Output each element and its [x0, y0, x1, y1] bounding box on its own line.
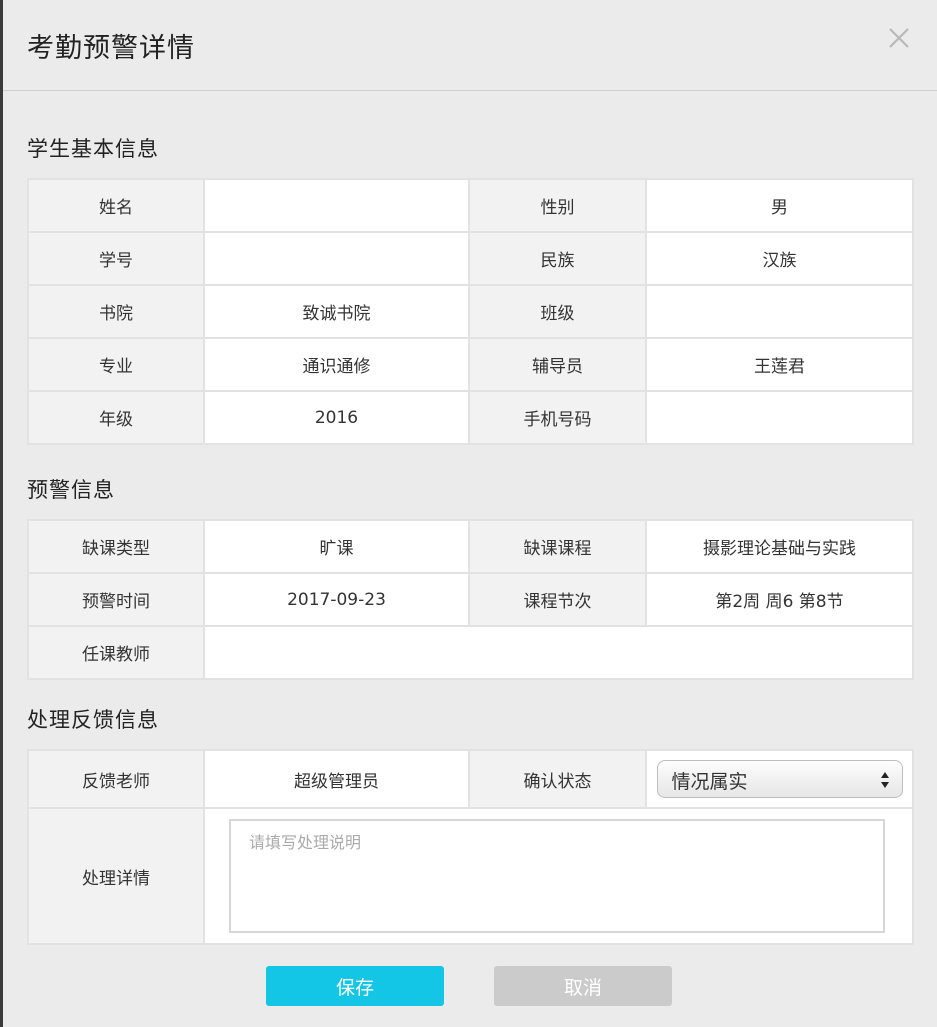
ethnicity-label: 民族 — [468, 231, 647, 286]
handling-detail-label: 处理详情 — [27, 807, 205, 945]
confirm-status-label: 确认状态 — [468, 749, 647, 809]
attendance-warning-modal: 考勤预警详情 学生基本信息 姓名 性别 男 学号 民族 汉族 书院 致诚书院 班… — [3, 0, 937, 1027]
student-section-title: 学生基本信息 — [27, 137, 159, 161]
table-row: 处理详情 — [27, 807, 914, 945]
phone-value — [645, 390, 914, 445]
absence-type-value: 旷课 — [203, 519, 470, 574]
course-teacher-value — [203, 625, 914, 680]
course-session-value: 第2周 周6 第8节 — [645, 572, 914, 627]
warning-time-label: 预警时间 — [27, 572, 205, 627]
gender-label: 性别 — [468, 178, 647, 233]
ethnicity-value: 汉族 — [645, 231, 914, 286]
feedback-section-title: 处理反馈信息 — [27, 708, 159, 732]
save-button[interactable]: 保存 — [266, 966, 444, 1006]
course-session-label: 课程节次 — [468, 572, 647, 627]
absent-course-value: 摄影理论基础与实践 — [645, 519, 914, 574]
table-row: 姓名 性别 男 — [27, 178, 914, 233]
cancel-button[interactable]: 取消 — [494, 966, 672, 1006]
phone-label: 手机号码 — [468, 390, 647, 445]
handling-detail-input[interactable] — [229, 819, 885, 933]
class-value — [645, 284, 914, 339]
table-row: 任课教师 — [27, 625, 914, 680]
table-row: 学号 民族 汉族 — [27, 231, 914, 286]
major-value: 通识通修 — [203, 337, 470, 392]
table-row: 缺课类型 旷课 缺课课程 摄影理论基础与实践 — [27, 519, 914, 574]
absence-type-label: 缺课类型 — [27, 519, 205, 574]
select-updown-icon — [880, 772, 889, 788]
college-label: 书院 — [27, 284, 205, 339]
table-row: 预警时间 2017-09-23 课程节次 第2周 周6 第8节 — [27, 572, 914, 627]
counselor-label: 辅导员 — [468, 337, 647, 392]
college-value: 致诚书院 — [203, 284, 470, 339]
absent-course-label: 缺课课程 — [468, 519, 647, 574]
confirm-status-selected: 情况属实 — [671, 771, 748, 793]
table-row: 书院 致诚书院 班级 — [27, 284, 914, 339]
feedback-teacher-label: 反馈老师 — [27, 749, 205, 809]
major-label: 专业 — [27, 337, 205, 392]
feedback-info-table: 反馈老师 超级管理员 确认状态 情况属实 处理详情 — [27, 749, 914, 945]
student-id-label: 学号 — [27, 231, 205, 286]
warning-section-title: 预警信息 — [27, 478, 115, 502]
name-value — [203, 178, 470, 233]
close-icon — [889, 28, 909, 48]
gender-value: 男 — [645, 178, 914, 233]
student-id-value — [203, 231, 470, 286]
feedback-teacher-value: 超级管理员 — [203, 749, 470, 809]
warning-info-table: 缺课类型 旷课 缺课课程 摄影理论基础与实践 预警时间 2017-09-23 课… — [27, 519, 914, 680]
confirm-status-select[interactable]: 情况属实 — [656, 760, 903, 798]
course-teacher-label: 任课教师 — [27, 625, 205, 680]
confirm-status-cell: 情况属实 — [645, 749, 914, 809]
modal-header: 考勤预警详情 — [3, 0, 937, 91]
class-label: 班级 — [468, 284, 647, 339]
close-button[interactable] — [885, 24, 913, 52]
table-row: 专业 通识通修 辅导员 王莲君 — [27, 337, 914, 392]
table-row: 年级 2016 手机号码 — [27, 390, 914, 445]
student-info-table: 姓名 性别 男 学号 民族 汉族 书院 致诚书院 班级 专业 通识通修 辅导员 … — [27, 178, 914, 445]
table-row: 反馈老师 超级管理员 确认状态 情况属实 — [27, 749, 914, 809]
grade-label: 年级 — [27, 390, 205, 445]
counselor-value: 王莲君 — [645, 337, 914, 392]
name-label: 姓名 — [27, 178, 205, 233]
handling-detail-cell — [203, 807, 914, 945]
modal-title: 考勤预警详情 — [27, 33, 195, 64]
warning-time-value: 2017-09-23 — [203, 572, 470, 627]
grade-value: 2016 — [203, 390, 470, 445]
